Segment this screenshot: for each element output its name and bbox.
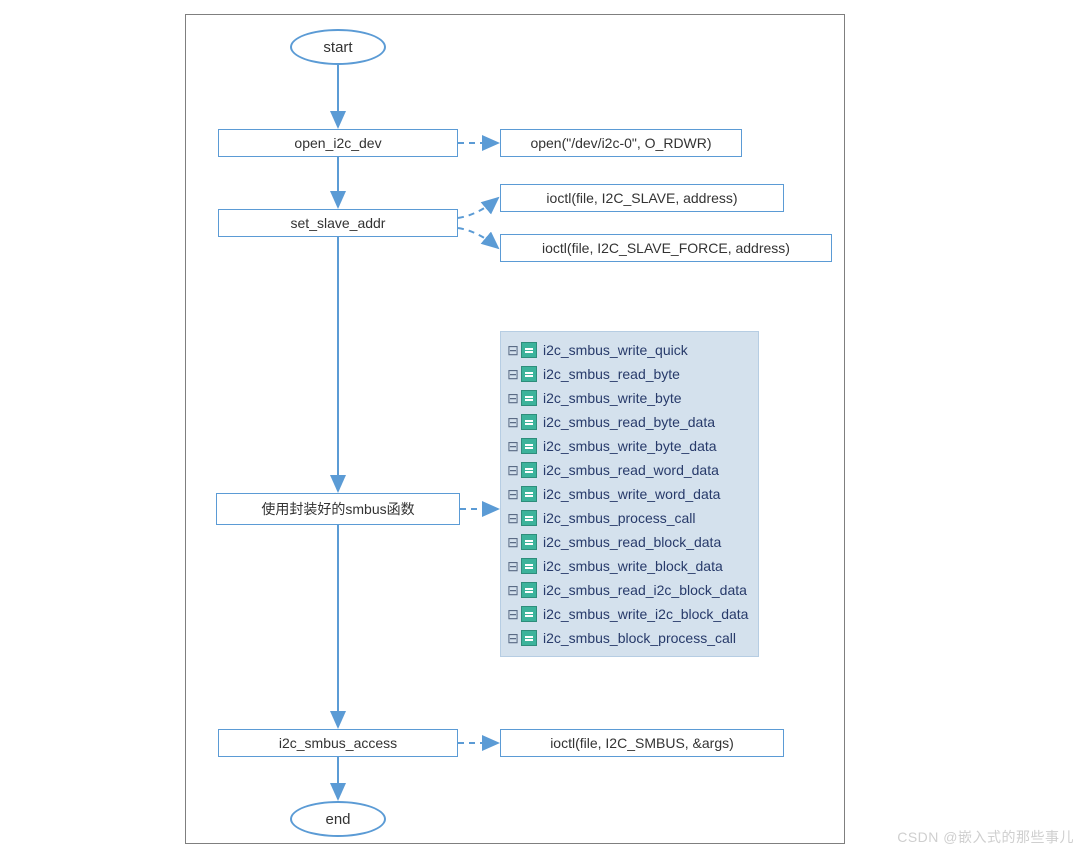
diagram-connectors — [186, 15, 846, 845]
watermark-text: CSDN @嵌入式的那些事儿 — [897, 827, 1074, 847]
diagram-frame: start open_i2c_dev open("/dev/i2c-0", O_… — [185, 14, 845, 844]
